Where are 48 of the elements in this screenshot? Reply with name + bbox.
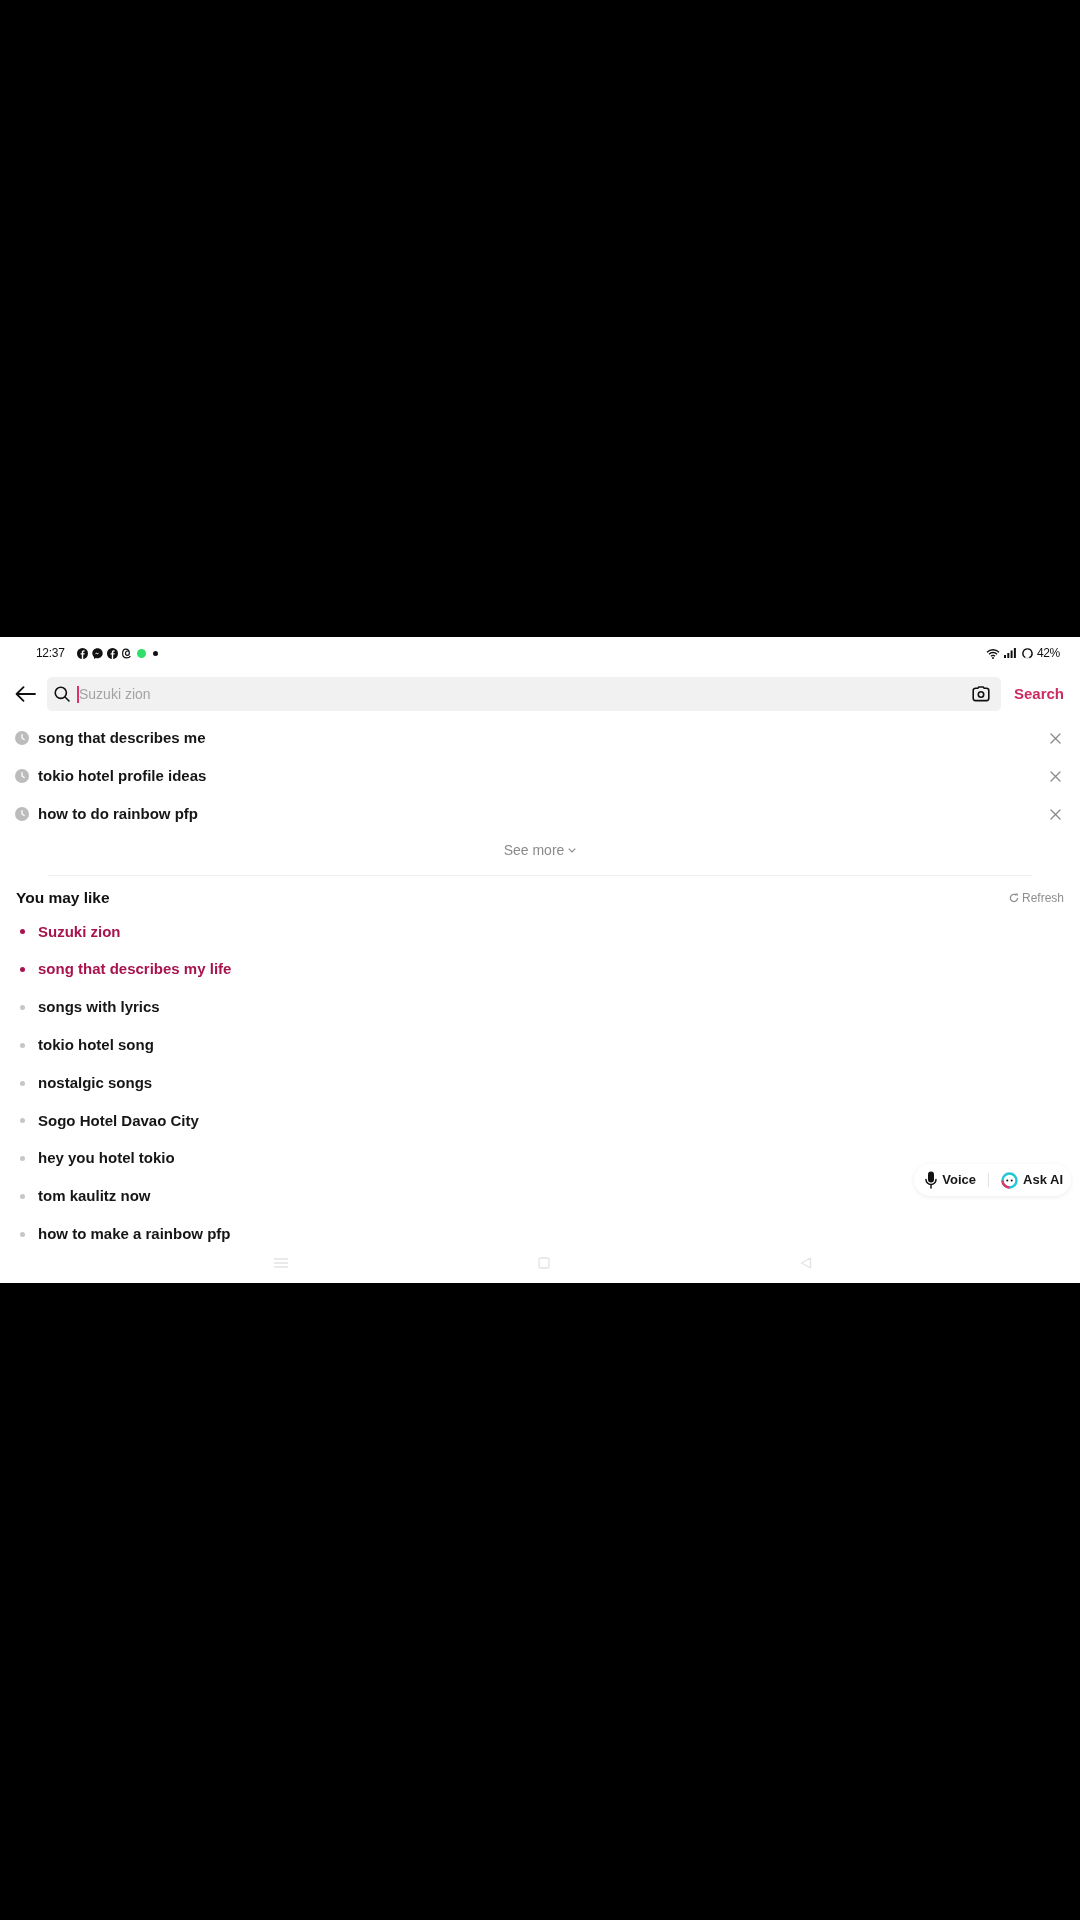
status-dot-icon	[136, 648, 146, 658]
wifi-icon	[985, 647, 1000, 659]
close-icon	[1050, 770, 1061, 782]
suggestion-item[interactable]: Sogo Hotel Davao City	[38, 1109, 199, 1133]
clock-icon	[15, 807, 29, 821]
f-circle-icon	[106, 647, 118, 659]
text-cursor	[77, 685, 79, 703]
battery-ring-icon	[1021, 647, 1033, 659]
history-item[interactable]: tokio hotel profile ideas	[38, 764, 207, 788]
battery-percentage: 42%	[1036, 645, 1060, 662]
close-icon	[1050, 808, 1061, 820]
signal-icon	[1003, 648, 1016, 658]
remove-button[interactable]	[1049, 731, 1062, 745]
clock-time: 12:37	[36, 645, 65, 662]
chevron-down-icon	[568, 847, 577, 853]
suggestion-item[interactable]: Suzuki zion	[38, 920, 121, 944]
notification-dot-icon	[152, 650, 158, 656]
close-icon	[1050, 732, 1061, 744]
clock-icon	[15, 731, 29, 745]
chat-bubble-icon	[91, 647, 103, 659]
refresh-icon	[1008, 893, 1019, 903]
ask-ai-button[interactable]: Ask AI	[1001, 1170, 1063, 1190]
search-field[interactable]: Suzuki zion	[47, 677, 1001, 711]
search-input[interactable]: Suzuki zion	[79, 682, 972, 706]
suggestion-item[interactable]: how to make a rainbow pfp	[38, 1223, 231, 1246]
remove-button[interactable]	[1049, 807, 1062, 821]
suggestion-item[interactable]: tom kaulitz now	[38, 1185, 151, 1208]
voice-button[interactable]: Voice	[925, 1170, 976, 1190]
suggestion-item[interactable]: hey you hotel tokio	[38, 1147, 175, 1170]
clock-icon	[15, 769, 29, 783]
suggestion-item[interactable]: tokio hotel song	[38, 1034, 154, 1057]
back-arrow-icon	[14, 686, 36, 702]
history-item[interactable]: song that describes me	[38, 726, 206, 750]
microphone-icon	[925, 1171, 938, 1189]
search-icon	[54, 686, 70, 702]
search-button[interactable]: Search	[1013, 682, 1064, 706]
suggestion-item[interactable]: nostalgic songs	[38, 1071, 153, 1095]
history-item[interactable]: how to do rainbow pfp	[38, 802, 198, 826]
back-button[interactable]	[14, 683, 36, 705]
at-sign-icon	[121, 647, 133, 659]
suggestion-item[interactable]: songs with lyrics	[38, 996, 160, 1019]
f-circle-icon	[76, 647, 88, 659]
remove-button[interactable]	[1049, 769, 1062, 783]
suggestion-item[interactable]: song that describes my life	[38, 958, 232, 981]
chat-ring-icon	[1001, 1171, 1018, 1189]
see-more-button[interactable]: See more	[503, 839, 577, 861]
section-title: You may like	[16, 888, 110, 909]
camera-icon	[971, 686, 990, 702]
